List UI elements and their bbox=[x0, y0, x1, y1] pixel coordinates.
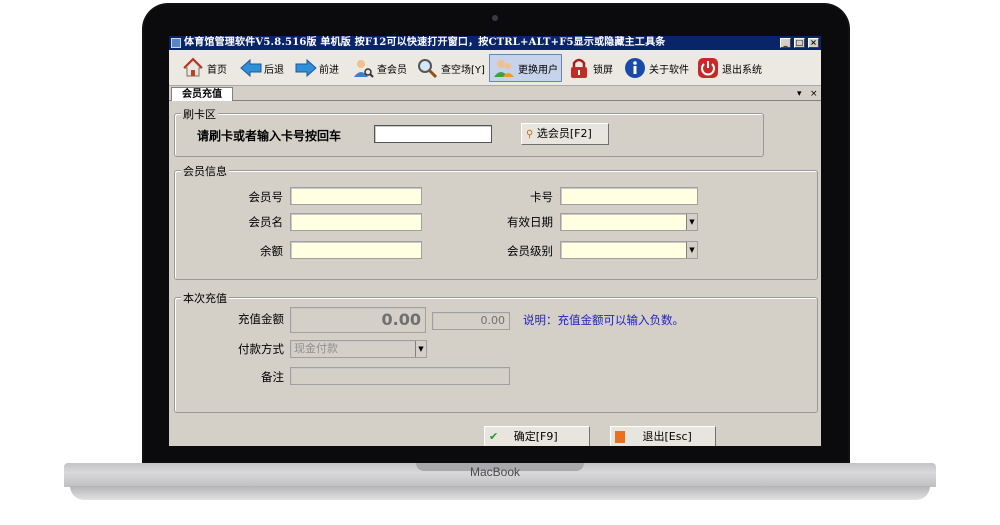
member-level-select[interactable]: ▼ bbox=[560, 241, 698, 259]
window-title: 体育馆管理软件V5.8.516版 单机版 按F12可以快速打开窗口，按CTRL+… bbox=[184, 37, 666, 48]
chevron-down-icon[interactable]: ▼ bbox=[686, 242, 697, 258]
lock-icon bbox=[568, 57, 590, 79]
back-button[interactable]: 后退 bbox=[236, 54, 287, 82]
member-level-label: 会员级别 bbox=[507, 244, 553, 258]
app-icon bbox=[171, 38, 181, 48]
balance-field[interactable] bbox=[290, 241, 422, 259]
exit-door-icon bbox=[615, 431, 625, 443]
arrow-right-icon bbox=[294, 57, 317, 79]
lock-screen-button[interactable]: 锁屏 bbox=[565, 54, 616, 82]
balance-label: 余额 bbox=[260, 244, 283, 258]
tab-strip: 会员充值 ▾ × bbox=[169, 87, 821, 101]
tab-dropdown-icon[interactable]: ▾ bbox=[797, 87, 802, 101]
search-icon: ⚲ bbox=[526, 129, 534, 140]
home-button[interactable]: 首页 bbox=[179, 54, 230, 82]
card-number-input[interactable] bbox=[374, 125, 492, 143]
valid-date-label: 有效日期 bbox=[507, 215, 553, 229]
close-button[interactable]: × bbox=[808, 38, 819, 48]
confirm-button[interactable]: ✔ 确定[F9] bbox=[484, 426, 590, 446]
magnifier-icon bbox=[416, 57, 438, 79]
chevron-down-icon[interactable]: ▼ bbox=[686, 214, 697, 230]
app-window: 体育馆管理软件V5.8.516版 单机版 按F12可以快速打开窗口，按CTRL+… bbox=[169, 36, 821, 446]
forward-button[interactable]: 前进 bbox=[291, 54, 342, 82]
about-button[interactable]: 关于软件 bbox=[621, 54, 692, 82]
member-name-field[interactable] bbox=[290, 213, 422, 231]
title-bar: 体育馆管理软件V5.8.516版 单机版 按F12可以快速打开窗口，按CTRL+… bbox=[169, 36, 821, 50]
recharge-note: 说明：充值金额可以输入负数。 bbox=[523, 313, 684, 327]
info-icon bbox=[624, 57, 646, 79]
laptop-brand: MacBook bbox=[469, 465, 521, 479]
switch-user-button[interactable]: 更换用户 bbox=[489, 54, 562, 82]
power-icon bbox=[697, 57, 719, 79]
card-no-field[interactable] bbox=[560, 187, 698, 205]
member-name-label: 会员名 bbox=[248, 215, 284, 229]
query-member-button[interactable]: 查会员 bbox=[349, 54, 410, 82]
amount-secondary-field[interactable]: 0.00 bbox=[432, 312, 510, 330]
query-venue-button[interactable]: 查空场[Y] bbox=[413, 54, 488, 82]
payment-method-label: 付款方式 bbox=[238, 342, 284, 356]
chevron-down-icon[interactable]: ▼ bbox=[415, 341, 426, 357]
camera bbox=[492, 15, 498, 21]
member-no-field[interactable] bbox=[290, 187, 422, 205]
remark-label: 备注 bbox=[261, 370, 284, 384]
users-icon bbox=[493, 57, 515, 79]
tab-member-recharge[interactable]: 会员充值 bbox=[171, 87, 233, 101]
check-icon: ✔ bbox=[489, 430, 499, 443]
amount-input[interactable]: 0.00 bbox=[290, 307, 426, 333]
select-member-button[interactable]: ⚲ 选会员[F2] bbox=[521, 123, 609, 145]
home-icon bbox=[182, 57, 204, 79]
payment-method-select[interactable]: 现金付款 ▼ bbox=[290, 340, 427, 358]
tab-close-icon[interactable]: × bbox=[810, 87, 818, 101]
user-search-icon bbox=[352, 57, 374, 79]
card-no-label: 卡号 bbox=[530, 190, 553, 204]
arrow-left-icon bbox=[239, 57, 262, 79]
card-prompt-label: 请刷卡或者输入卡号按回车 bbox=[197, 129, 342, 143]
valid-date-field[interactable]: ▼ bbox=[560, 213, 698, 231]
exit-system-button[interactable]: 退出系统 bbox=[694, 54, 765, 82]
exit-button[interactable]: 退出[Esc] bbox=[610, 426, 716, 446]
main-toolbar: 首页 后退 前进 查会员 查空场[Y] 更换用户 锁屏 关于软件 退出系统 bbox=[169, 50, 821, 86]
minimize-button[interactable]: _ bbox=[780, 38, 791, 48]
maximize-button[interactable]: □ bbox=[794, 38, 805, 48]
remark-field[interactable] bbox=[290, 367, 510, 385]
member-no-label: 会员号 bbox=[248, 190, 284, 204]
amount-label: 充值金额 bbox=[238, 312, 284, 326]
